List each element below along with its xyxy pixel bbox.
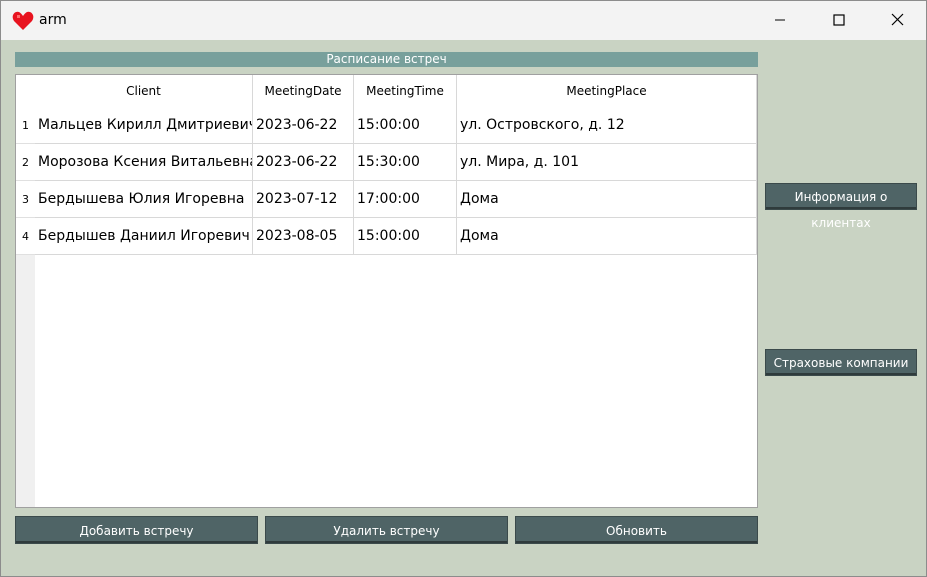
- maximize-icon: [833, 11, 845, 30]
- minimize-button[interactable]: [751, 1, 809, 40]
- meeting-time-cell[interactable]: 15:00:00: [354, 107, 457, 144]
- close-icon: [891, 11, 904, 30]
- meeting-place-cell[interactable]: ул. Островского, д. 12: [457, 107, 757, 144]
- column-header-meeting-place[interactable]: MeetingPlace: [457, 75, 757, 107]
- close-button[interactable]: [868, 1, 926, 40]
- meeting-place-cell[interactable]: Дома: [457, 181, 757, 218]
- meeting-date-cell[interactable]: 2023-07-12: [253, 181, 354, 218]
- table-row[interactable]: 4 Бердышев Даниил Игоревич 2023-08-05 15…: [16, 218, 757, 255]
- clients-info-button[interactable]: Информация о клиентах: [765, 183, 917, 230]
- client-cell[interactable]: Морозова Ксения Витальевна: [35, 144, 253, 181]
- table-row[interactable]: 2 Морозова Ксения Витальевна 2023-06-22 …: [16, 144, 757, 181]
- maximize-button[interactable]: [810, 1, 868, 40]
- row-number[interactable]: 4: [16, 218, 35, 255]
- row-number[interactable]: 2: [16, 144, 35, 181]
- meeting-place-cell[interactable]: Дома: [457, 218, 757, 255]
- column-header-meeting-time[interactable]: MeetingTime: [354, 75, 457, 107]
- column-header-client[interactable]: Client: [35, 75, 253, 107]
- meeting-date-cell[interactable]: 2023-06-22: [253, 144, 354, 181]
- client-cell[interactable]: Бердышева Юлия Игоревна: [35, 181, 253, 218]
- meeting-time-cell[interactable]: 15:00:00: [354, 218, 457, 255]
- client-cell[interactable]: Мальцев Кирилл Дмитриевич: [35, 107, 253, 144]
- meeting-place-cell[interactable]: ул. Мира, д. 101: [457, 144, 757, 181]
- row-number[interactable]: 3: [16, 181, 35, 218]
- heart-icon: [12, 10, 34, 32]
- meeting-date-cell[interactable]: 2023-08-05: [253, 218, 354, 255]
- insurance-companies-button[interactable]: Страховые компании: [765, 349, 917, 376]
- window-title: arm: [39, 12, 67, 28]
- meeting-time-cell[interactable]: 17:00:00: [354, 181, 457, 218]
- schedule-header: Расписание встреч: [15, 52, 758, 67]
- meetings-table[interactable]: Client MeetingDate MeetingTime MeetingPl…: [15, 74, 758, 508]
- column-header-meeting-date[interactable]: MeetingDate: [253, 75, 354, 107]
- meeting-date-cell[interactable]: 2023-06-22: [253, 107, 354, 144]
- minimize-icon: [774, 11, 786, 30]
- table-row[interactable]: 3 Бердышева Юлия Игоревна 2023-07-12 17:…: [16, 181, 757, 218]
- table-row[interactable]: 1 Мальцев Кирилл Дмитриевич 2023-06-22 1…: [16, 107, 757, 144]
- row-number[interactable]: 1: [16, 107, 35, 144]
- refresh-button[interactable]: Обновить: [515, 516, 758, 544]
- client-cell[interactable]: Бердышев Даниил Игоревич: [35, 218, 253, 255]
- delete-meeting-button[interactable]: Удалить встречу: [265, 516, 508, 544]
- app-window: arm Расписание встреч Client MeetingDate…: [0, 0, 927, 577]
- table-header-row: Client MeetingDate MeetingTime MeetingPl…: [16, 75, 757, 107]
- meeting-time-cell[interactable]: 15:30:00: [354, 144, 457, 181]
- add-meeting-button[interactable]: Добавить встречу: [15, 516, 258, 544]
- title-bar[interactable]: arm: [1, 1, 926, 40]
